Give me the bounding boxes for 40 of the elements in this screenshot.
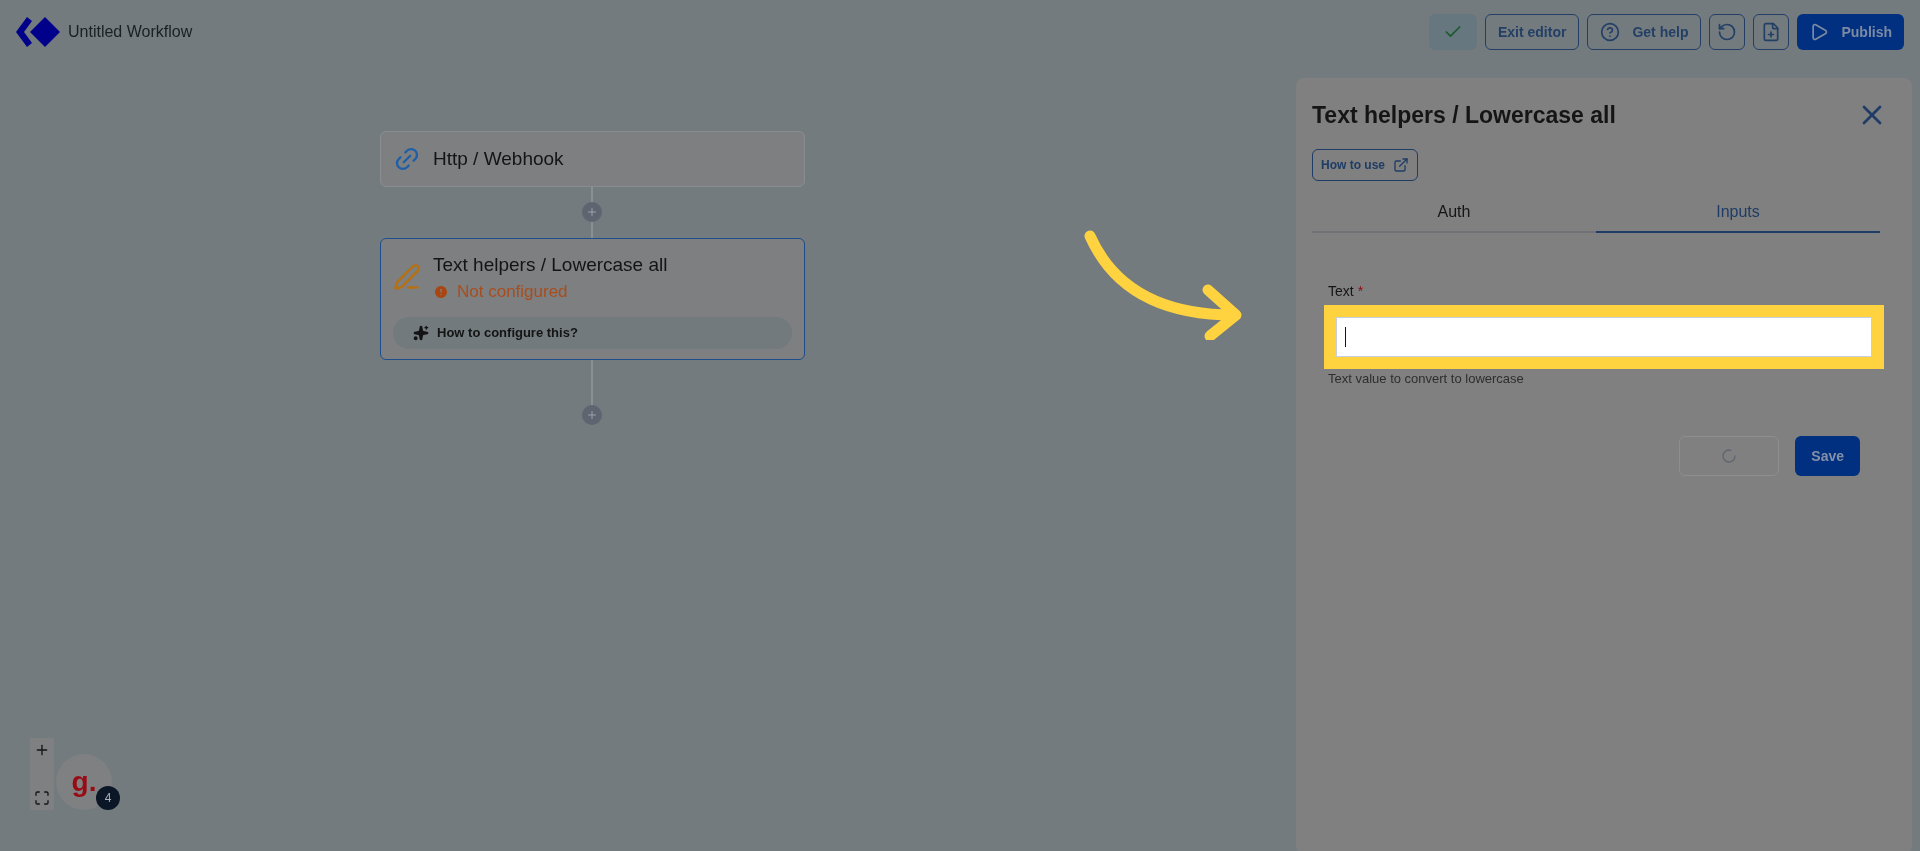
field-hint: Text value to convert to lowercase bbox=[1328, 369, 1525, 388]
external-link-icon bbox=[1393, 156, 1409, 173]
help-button[interactable]: Get help bbox=[1587, 14, 1702, 50]
sparkles-icon bbox=[413, 324, 429, 341]
spinner-icon bbox=[1721, 448, 1738, 464]
file-plus-icon bbox=[1761, 22, 1782, 42]
warning-icon bbox=[433, 283, 449, 300]
exit-editor-button[interactable]: Exit editor bbox=[1484, 14, 1580, 50]
tab[interactable]: Auth bbox=[1312, 192, 1596, 233]
add-step-button[interactable] bbox=[582, 405, 602, 425]
panel-title: Text helpers / Lowercase all bbox=[1312, 101, 1616, 130]
publish-button[interactable]: Publish bbox=[1797, 14, 1904, 50]
save-button[interactable]: Save bbox=[1795, 436, 1860, 476]
fit-view-icon bbox=[34, 790, 50, 806]
plus-icon bbox=[34, 742, 50, 758]
plus-icon bbox=[586, 409, 598, 421]
configure-help-button[interactable]: How to configure this? bbox=[393, 316, 792, 349]
text-cursor bbox=[1345, 326, 1346, 347]
node-title: Text helpers / Lowercase all bbox=[433, 253, 668, 277]
logo-icon bbox=[16, 17, 60, 47]
undo-icon bbox=[1717, 22, 1738, 42]
text-input-field[interactable] bbox=[1324, 304, 1884, 369]
notification-count: 4 bbox=[96, 786, 120, 810]
workflow-node[interactable]: Http / Webhook bbox=[380, 131, 805, 187]
plus-icon bbox=[586, 206, 598, 218]
tab[interactable]: Inputs bbox=[1596, 192, 1880, 233]
pencil-icon bbox=[393, 263, 421, 291]
add-file-button[interactable] bbox=[1753, 14, 1790, 50]
status-text: Not configured bbox=[457, 281, 568, 303]
add-step-button[interactable] bbox=[582, 202, 602, 222]
node-title: Http / Webhook bbox=[433, 146, 564, 171]
workflow-title: Untitled Workflow bbox=[68, 22, 193, 42]
help-icon bbox=[1600, 22, 1621, 42]
confirm-button[interactable] bbox=[1428, 14, 1477, 50]
how-to-use-link[interactable]: How to use bbox=[1312, 148, 1418, 181]
field-label: Text bbox=[1328, 281, 1354, 301]
required-mark: * bbox=[1357, 281, 1364, 301]
undo-button[interactable] bbox=[1709, 14, 1746, 50]
workflow-node[interactable]: Text helpers / Lowercase all Not configured How to configure this? bbox=[380, 238, 805, 360]
play-icon bbox=[1809, 22, 1830, 42]
